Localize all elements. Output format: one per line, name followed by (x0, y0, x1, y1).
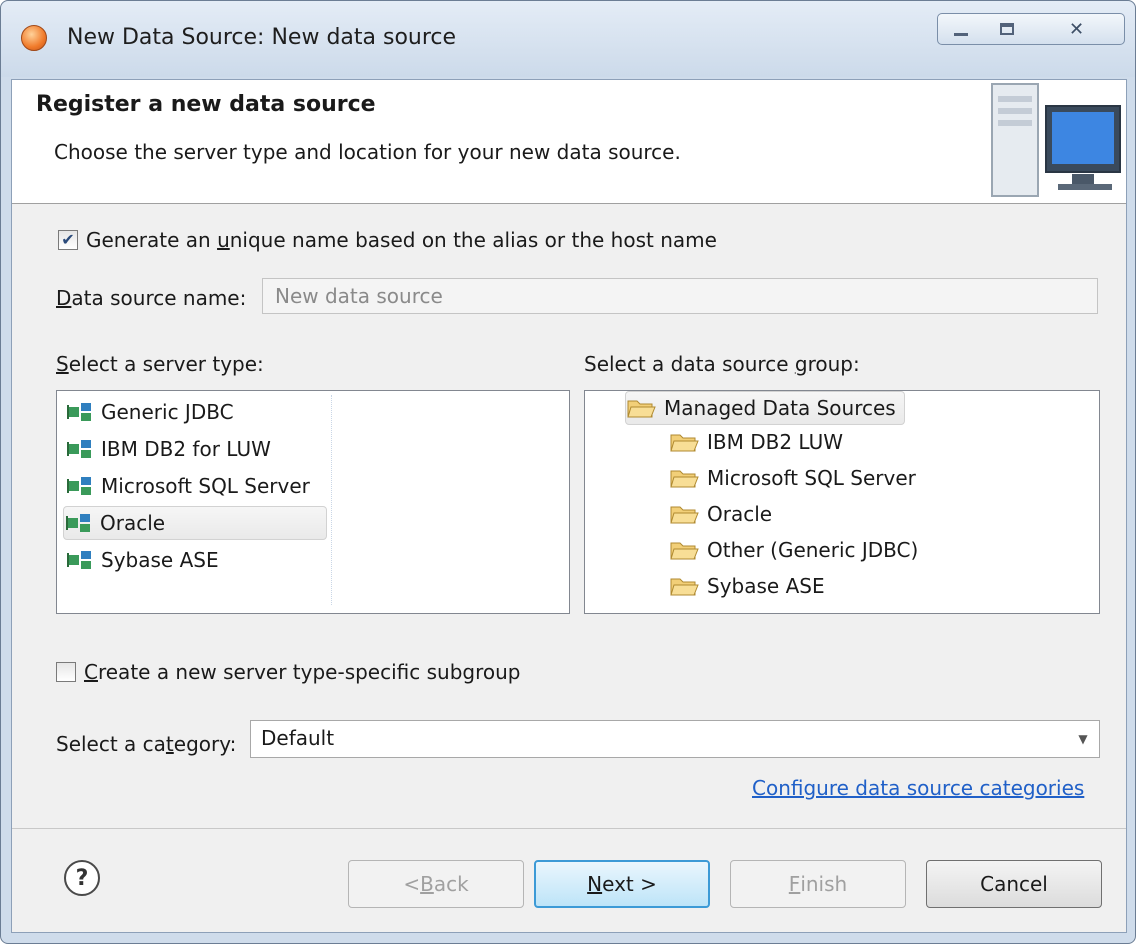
server-type-item[interactable]: Microsoft SQL Server (65, 469, 310, 503)
app-icon (21, 25, 47, 51)
data-source-name-field[interactable]: New data source (262, 278, 1098, 314)
computer-icon (991, 83, 1121, 197)
generate-name-row[interactable]: ✔ Generate an unique name based on the a… (58, 228, 717, 252)
page-title: Register a new data source (36, 92, 376, 117)
generate-name-checkbox[interactable]: ✔ (58, 230, 78, 250)
back-button[interactable]: < Back (348, 860, 524, 908)
server-type-item-selected[interactable]: Oracle (63, 506, 327, 540)
create-subgroup-checkbox[interactable] (56, 662, 76, 682)
data-source-name-label: Data source name: (56, 286, 247, 310)
tree-child-item[interactable]: Oracle (669, 497, 772, 531)
database-icon (67, 551, 91, 569)
title-bar[interactable]: New Data Source: New data source ✕ (1, 1, 1135, 77)
tree-child-item[interactable]: Sybase ASE (669, 569, 825, 603)
folder-open-icon (670, 434, 699, 452)
minimize-button[interactable] (937, 13, 985, 45)
tree-root-item[interactable]: Managed Data Sources (625, 391, 905, 425)
folder-open-icon (670, 506, 699, 524)
finish-button[interactable]: Finish (730, 860, 906, 908)
tree-child-item[interactable]: IBM DB2 LUW (669, 425, 843, 459)
wizard-banner: Register a new data source Choose the se… (12, 80, 1126, 204)
category-label: Select a category: (56, 732, 237, 756)
server-type-list[interactable]: Generic JDBC IBM DB2 for LUW Microsoft S… (56, 390, 570, 614)
database-icon (67, 403, 91, 421)
create-subgroup-row[interactable]: Create a new server type-specific subgro… (56, 660, 521, 684)
close-icon: ✕ (1068, 18, 1085, 40)
maximize-button[interactable] (984, 13, 1030, 45)
tree-child-item[interactable]: Other (Generic JDBC) (669, 533, 918, 567)
category-value: Default (261, 726, 335, 750)
data-source-group-tree[interactable]: Managed Data Sources IBM DB2 LUW Microso… (584, 390, 1100, 614)
create-subgroup-label: Create a new server type-specific subgro… (84, 660, 521, 684)
help-icon[interactable]: ? (64, 860, 100, 896)
dialog-window: New Data Source: New data source ✕ Regis… (0, 0, 1136, 944)
tree-child-item[interactable]: Microsoft SQL Server (669, 461, 916, 495)
data-source-group-label: Select a data source group: (584, 352, 860, 376)
maximize-icon (999, 23, 1014, 35)
database-icon (67, 440, 91, 458)
configure-categories-link[interactable]: Configure data source categories (752, 776, 1084, 800)
folder-open-icon (670, 578, 699, 596)
server-type-item[interactable]: IBM DB2 for LUW (65, 432, 271, 466)
folder-open-icon (670, 470, 699, 488)
server-type-label: Select a server type: (56, 352, 264, 376)
category-combo[interactable]: Default ▼ (250, 720, 1100, 758)
footer-divider (12, 828, 1126, 829)
database-icon (67, 477, 91, 495)
database-icon (66, 514, 90, 532)
server-type-item[interactable]: Sybase ASE (65, 543, 219, 577)
page-description: Choose the server type and location for … (54, 140, 681, 164)
window-title: New Data Source: New data source (67, 25, 457, 50)
chevron-down-icon[interactable]: ▼ (1067, 721, 1099, 757)
generate-name-label: Generate an unique name based on the ali… (86, 228, 717, 252)
cancel-button[interactable]: Cancel (926, 860, 1102, 908)
dialog-content: Register a new data source Choose the se… (11, 79, 1127, 933)
server-type-item[interactable]: Generic JDBC (65, 395, 234, 429)
next-button[interactable]: Next > (534, 860, 710, 908)
folder-open-icon (670, 542, 699, 560)
folder-open-icon (627, 400, 656, 418)
column-divider (331, 395, 332, 605)
close-button[interactable]: ✕ (1029, 13, 1125, 45)
minimize-icon (954, 32, 968, 36)
